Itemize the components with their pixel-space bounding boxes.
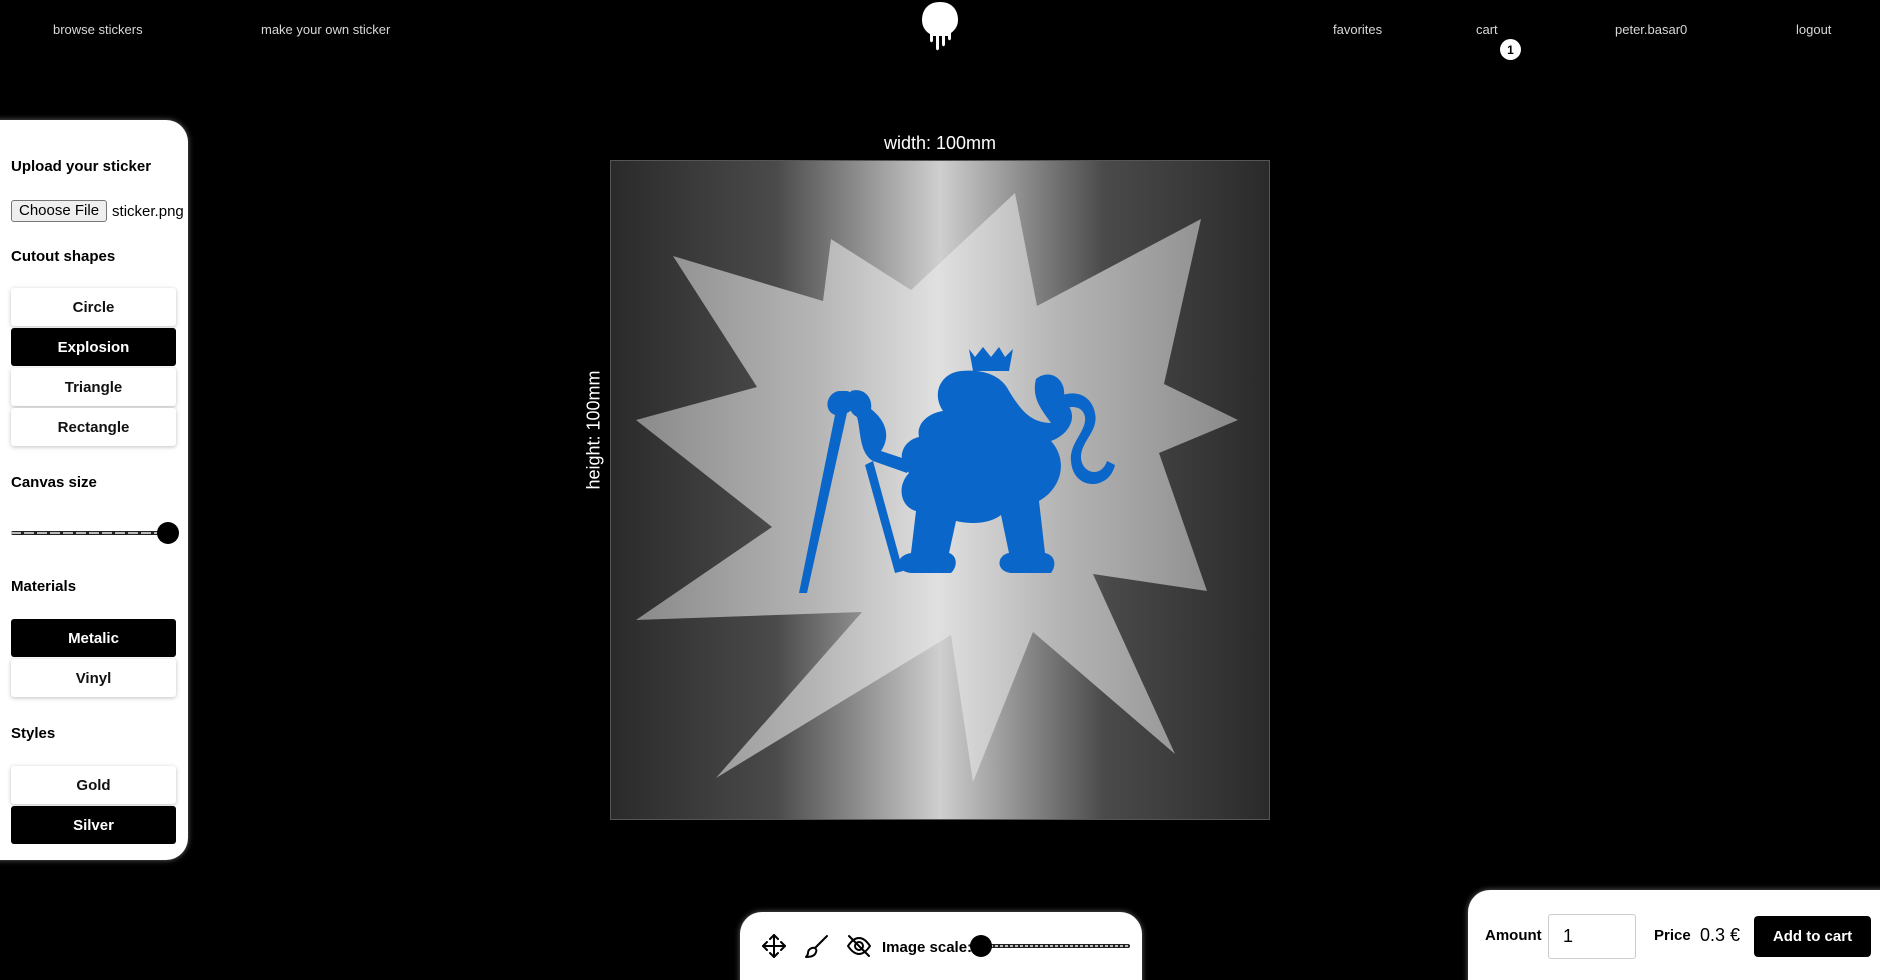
price-value: 0.3 € xyxy=(1700,925,1741,945)
image-scale-label: Image scale: xyxy=(882,939,973,956)
width-dimension-label: width: 100mm xyxy=(884,133,997,153)
height-dimension-label: height: 100mm xyxy=(583,370,604,490)
cutout-triangle-button[interactable]: Triangle xyxy=(11,368,176,406)
nav-cart[interactable]: cart xyxy=(1476,22,1498,37)
brush-icon[interactable] xyxy=(803,932,831,960)
image-scale-slider-track xyxy=(970,944,1130,948)
nav-favorites[interactable]: favorites xyxy=(1333,22,1382,37)
drip-logo-icon[interactable] xyxy=(918,0,962,56)
choose-file-button[interactable]: Choose File xyxy=(11,200,108,222)
sticker-preview xyxy=(636,193,1238,782)
style-silver-button[interactable]: Silver xyxy=(11,806,176,844)
amount-input[interactable] xyxy=(1548,914,1636,959)
order-panel: Amount Price 0.3 € Add to cart xyxy=(1468,890,1880,980)
styles-heading: Styles xyxy=(11,725,56,742)
price-label: Price xyxy=(1654,927,1691,944)
image-toolbar: Image scale: xyxy=(740,912,1142,980)
cutout-shapes-heading: Cutout shapes xyxy=(11,248,116,265)
material-vinyl-button[interactable]: Vinyl xyxy=(11,659,176,697)
nav-user-profile[interactable]: peter.basar0 xyxy=(1615,22,1687,37)
image-scale-slider[interactable] xyxy=(970,933,1130,959)
eye-off-icon[interactable] xyxy=(845,932,873,960)
canvas-size-slider-thumb[interactable] xyxy=(157,522,179,544)
style-gold-button[interactable]: Gold xyxy=(11,766,176,804)
materials-heading: Materials xyxy=(11,578,77,595)
options-panel: Upload your sticker Choose File sticker.… xyxy=(0,120,188,860)
uploaded-file-name: sticker.png xyxy=(112,202,184,220)
amount-label: Amount xyxy=(1485,927,1542,944)
cart-count-badge: 1 xyxy=(1500,39,1521,60)
canvas-size-slider-track xyxy=(11,531,169,535)
cutout-circle-button[interactable]: Circle xyxy=(11,288,176,326)
canvas-size-heading: Canvas size xyxy=(11,474,97,491)
add-to-cart-button[interactable]: Add to cart xyxy=(1754,916,1871,957)
move-icon[interactable] xyxy=(760,932,788,960)
nav-logout[interactable]: logout xyxy=(1796,22,1831,37)
canvas-size-slider[interactable] xyxy=(11,520,179,546)
image-scale-slider-thumb[interactable] xyxy=(970,935,992,957)
cutout-explosion-button[interactable]: Explosion xyxy=(11,328,176,366)
file-upload-field: Choose File sticker.png xyxy=(11,200,184,222)
nav-make-sticker[interactable]: make your own sticker xyxy=(261,22,390,37)
sticker-canvas[interactable] xyxy=(610,160,1270,820)
material-metalic-button[interactable]: Metalic xyxy=(11,619,176,657)
cutout-rectangle-button[interactable]: Rectangle xyxy=(11,408,176,446)
upload-heading: Upload your sticker xyxy=(11,158,152,175)
nav-browse-stickers[interactable]: browse stickers xyxy=(53,22,143,37)
sticker-editor-page: browse stickers make your own sticker fa… xyxy=(0,0,1880,980)
